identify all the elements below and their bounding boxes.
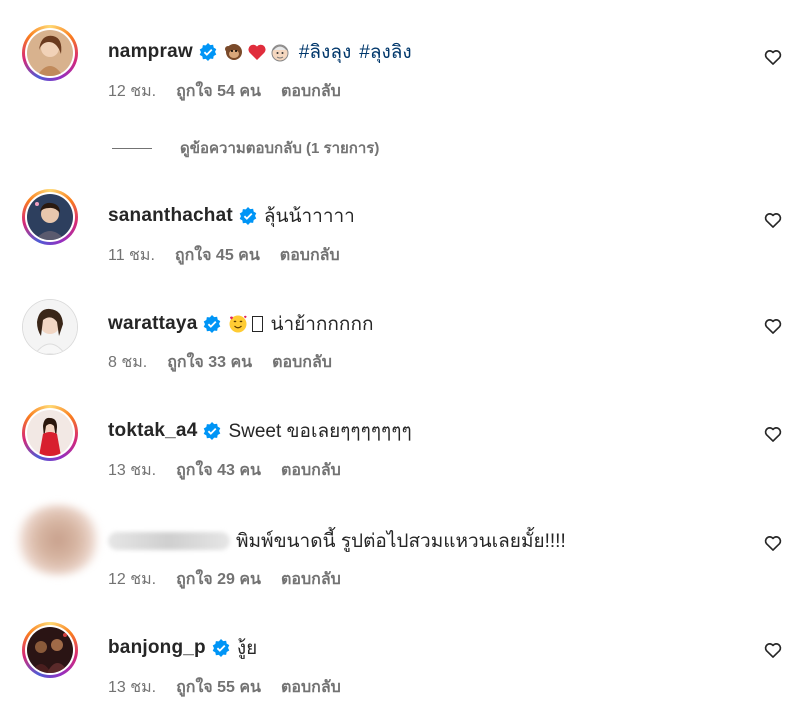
comment-time[interactable]: 13 ชม.: [108, 675, 156, 700]
comment-item: banjong_p งู้ย 13 ชม. ถูกใจ 55 คน ตอบกลั…: [0, 0, 800, 696]
comment-text: พิมพ์ขนาดนี้ รูปต่อไปสวมแหวนเลยมั้ย!!!!: [236, 531, 566, 552]
comment-time[interactable]: 11 ชม.: [108, 243, 155, 268]
blurred-username[interactable]: [108, 532, 230, 550]
comment-time[interactable]: 12 ชม.: [108, 567, 156, 592]
comment-text: น่าย้ากกกกก: [270, 314, 374, 335]
username[interactable]: banjong_p: [108, 637, 206, 659]
like-heart-icon[interactable]: [763, 533, 783, 553]
missing-glyph-box: [252, 316, 264, 332]
username[interactable]: sananthachat: [108, 205, 233, 227]
verified-badge-icon: [204, 422, 221, 440]
comment-text: ลุ้นน้าาาาา: [263, 206, 355, 227]
view-replies-label: ดูข้อความตอบกลับ (1 รายการ): [180, 140, 380, 157]
username[interactable]: warattaya: [108, 313, 197, 335]
username[interactable]: toktak_a4: [108, 420, 197, 442]
likes-count[interactable]: ถูกใจ 43 คน: [176, 458, 261, 483]
reply-button[interactable]: ตอบกลับ: [272, 350, 332, 375]
avatar[interactable]: [27, 627, 73, 673]
story-ring[interactable]: [22, 622, 78, 678]
smiling-face-with-hearts-emoji: [229, 315, 248, 333]
avatar[interactable]: [27, 410, 73, 456]
divider: [112, 147, 152, 149]
story-ring[interactable]: [22, 189, 78, 245]
like-heart-icon[interactable]: [763, 424, 783, 444]
comment-text: งู้ย: [236, 638, 258, 659]
comment-text: Sweet ขอเลยๆๆๆๆๆๆๆ: [228, 421, 412, 442]
likes-count[interactable]: ถูกใจ 29 คน: [176, 567, 261, 592]
reply-button[interactable]: ตอบกลับ: [281, 567, 341, 592]
likes-count[interactable]: ถูกใจ 45 คน: [175, 243, 260, 268]
comment-time[interactable]: 8 ชม.: [108, 350, 147, 375]
like-heart-icon[interactable]: [763, 316, 783, 336]
avatar[interactable]: [23, 300, 77, 354]
like-heart-icon[interactable]: [763, 210, 783, 230]
reply-button[interactable]: ตอบกลับ: [280, 243, 340, 268]
story-ring[interactable]: [22, 405, 78, 461]
blurred-avatar[interactable]: [14, 505, 102, 575]
like-heart-icon[interactable]: [763, 640, 783, 660]
view-replies-button[interactable]: ดูข้อความตอบกลับ (1 รายการ): [112, 136, 379, 160]
comment-time[interactable]: 13 ชม.: [108, 458, 156, 483]
likes-count[interactable]: ถูกใจ 33 คน: [167, 350, 252, 375]
reply-button[interactable]: ตอบกลับ: [281, 675, 341, 700]
avatar[interactable]: [27, 194, 73, 240]
verified-badge-icon: [212, 639, 230, 657]
likes-count[interactable]: ถูกใจ 55 คน: [176, 675, 261, 700]
verified-badge-icon: [239, 207, 257, 225]
avatar-border[interactable]: [22, 299, 78, 355]
reply-button[interactable]: ตอบกลับ: [281, 458, 341, 483]
verified-badge-icon: [204, 315, 221, 333]
